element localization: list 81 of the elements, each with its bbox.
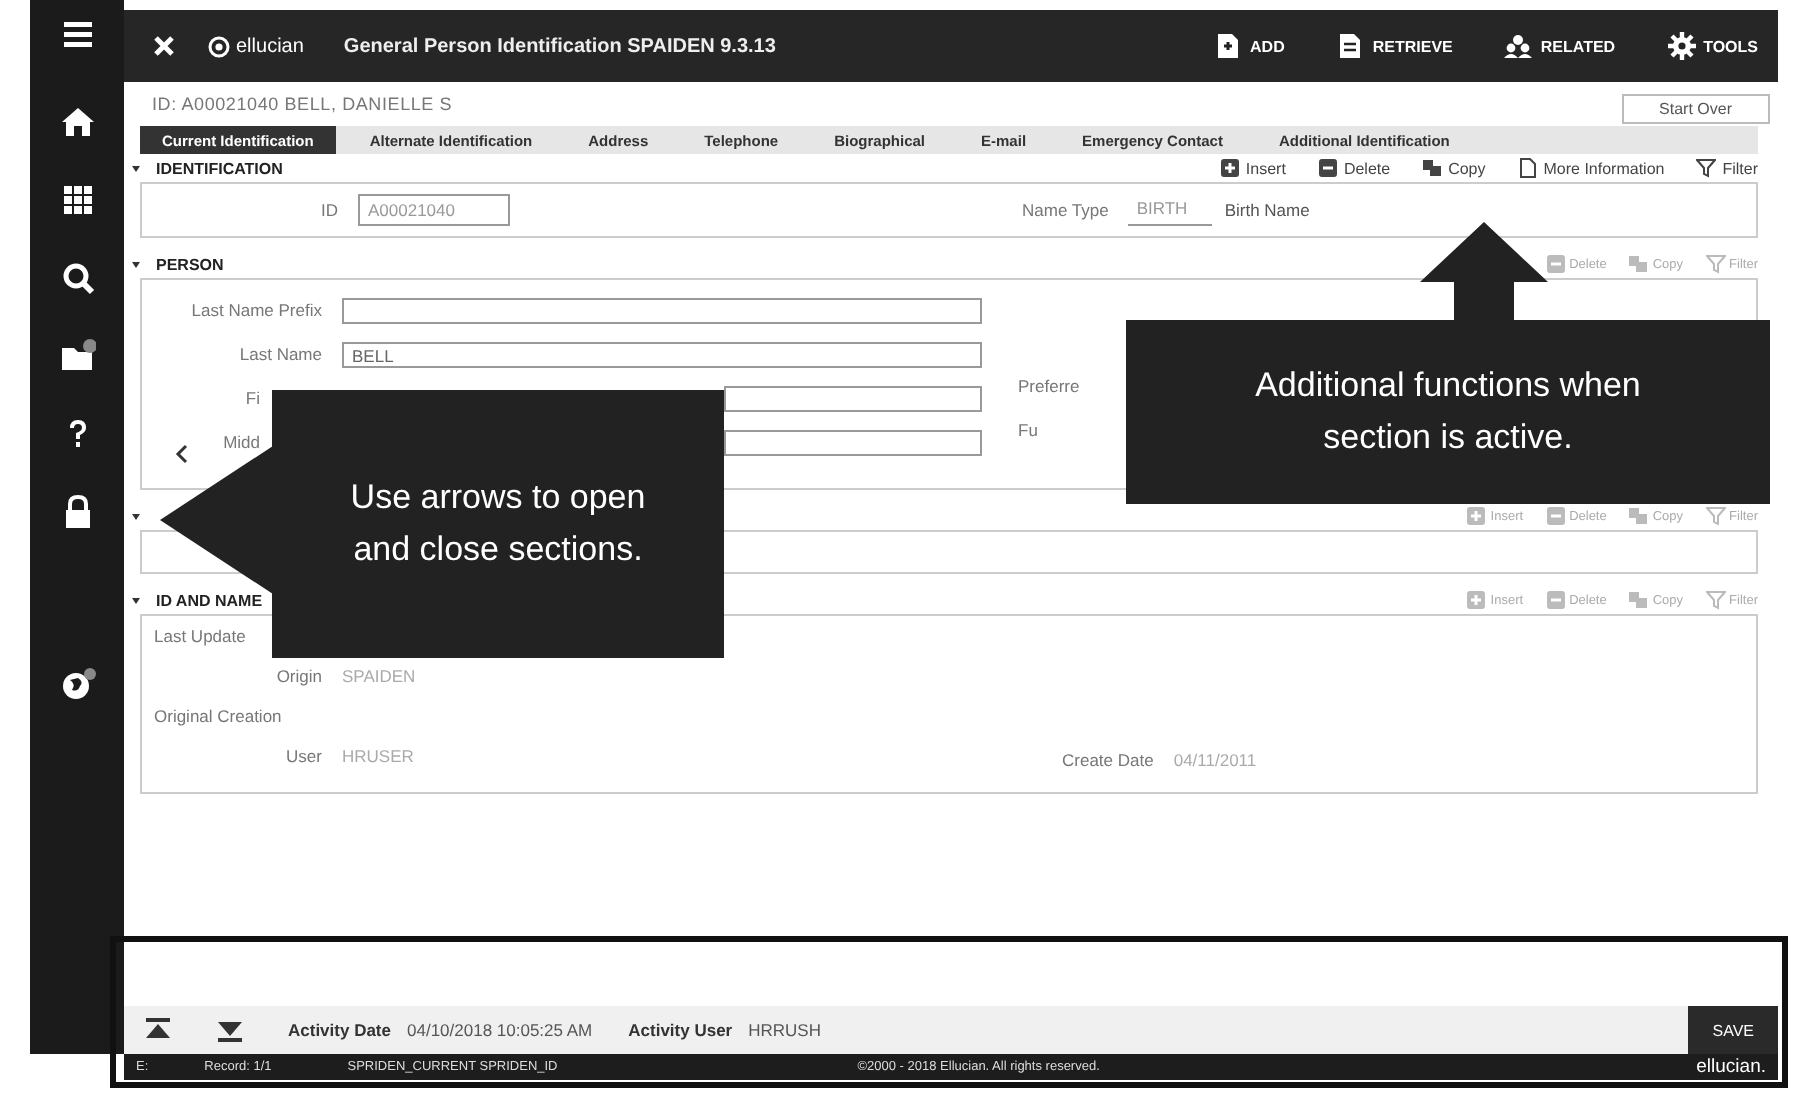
field-value: SPAIDEN (342, 666, 416, 686)
field-label: Last Name Prefix (189, 300, 324, 320)
document-icon (1214, 32, 1243, 60)
folder-icon[interactable] (59, 337, 95, 373)
field-value: 04/11/2011 (1173, 750, 1257, 770)
input-field[interactable] (724, 429, 982, 455)
callout: Use arrows to open and close sections. (272, 390, 724, 658)
brand-text: ellucian. (1696, 1056, 1766, 1078)
callout: Additional functions when section is active. (1126, 320, 1770, 504)
logo-text: ellucian (236, 35, 304, 57)
section-tool-button[interactable]: Insert (1219, 158, 1286, 178)
field-value: Birth Name (1224, 200, 1310, 220)
field-label: Create Date (1060, 750, 1156, 770)
section-title: IDENTIFICATION (156, 159, 283, 177)
activity-label: Activity Date (288, 1020, 391, 1040)
section-title: ID AND NAME (156, 591, 263, 609)
toolbar-button[interactable]: ADD (1206, 32, 1293, 60)
filter-icon (1705, 590, 1726, 610)
people-icon (1504, 32, 1533, 60)
minus-icon (1545, 506, 1566, 526)
field-label: Fi (243, 388, 263, 408)
window-title: General Person Identification SPAIDEN 9.3.13 (343, 35, 776, 57)
search-icon[interactable] (59, 259, 95, 295)
section-tool-button[interactable]: Delete (1317, 158, 1391, 178)
save-button[interactable]: SAVE (1688, 1006, 1778, 1054)
plus-icon (1219, 158, 1240, 178)
minus-icon (1545, 590, 1566, 610)
field-label: Origin (274, 666, 324, 686)
filter-icon (1705, 254, 1726, 274)
chevron-left-icon[interactable] (174, 444, 190, 464)
minus-icon (1545, 254, 1566, 274)
section-title: PERSON (156, 255, 224, 273)
toolbar-button[interactable]: TOOLS (1659, 32, 1766, 60)
field-label: User (284, 746, 324, 766)
field-label: Original Creation (152, 706, 284, 726)
section-tool-button[interactable]: More Information (1517, 158, 1665, 178)
caret-icon[interactable] (132, 165, 140, 171)
input-field[interactable] (342, 297, 982, 323)
field-label: Midd (221, 432, 263, 452)
home-icon[interactable] (59, 103, 95, 139)
logo-icon (208, 35, 230, 57)
toolbar-button[interactable]: RELATED (1496, 32, 1624, 60)
plus-icon (1466, 506, 1487, 526)
caret-icon[interactable] (132, 261, 140, 267)
field-label: Last Name (237, 344, 324, 364)
callout-arrow (1420, 222, 1548, 322)
grid-icon[interactable] (59, 181, 95, 217)
input-field[interactable]: BELL (342, 341, 982, 367)
field-label: Name Type (1022, 200, 1111, 220)
menu-icon[interactable] (59, 16, 95, 52)
field-value: HRUSER (342, 746, 414, 766)
close-icon[interactable] (152, 34, 176, 58)
field-label: Last Update (152, 626, 248, 646)
field-label: Fu (1016, 420, 1040, 440)
section-tool-button[interactable]: Copy (1422, 158, 1486, 178)
globe-icon[interactable] (59, 665, 95, 701)
filter-icon (1705, 506, 1726, 526)
copy-icon (1628, 590, 1649, 610)
gear-icon (1667, 32, 1696, 60)
document-icon (1517, 158, 1538, 178)
input-field[interactable] (724, 385, 982, 411)
activity-value: 04/10/2018 10:05:25 AM (407, 1020, 593, 1040)
field-label: Preferre (1016, 376, 1082, 396)
plus-icon (1466, 590, 1487, 610)
copy-icon (1628, 254, 1649, 274)
filter-icon (1696, 158, 1717, 178)
toolbar-button[interactable]: RETRIEVE (1328, 32, 1461, 60)
document-icon (1336, 32, 1365, 60)
field-label: ID (319, 200, 340, 220)
copy-icon (1422, 158, 1443, 178)
activity-value: HRRUSH (748, 1020, 821, 1040)
start-over-button[interactable]: Start Over (1621, 93, 1770, 123)
minus-icon (1317, 158, 1338, 178)
section-tool-button[interactable]: Filter (1696, 158, 1758, 178)
caret-icon[interactable] (132, 513, 140, 519)
collapse-up-icon[interactable] (144, 1018, 172, 1042)
key-block-text: ID: A00021040 BELL, DANIELLE S (152, 94, 455, 114)
activity-label: Activity User (628, 1020, 733, 1040)
caret-icon[interactable] (132, 597, 140, 603)
expand-down-icon[interactable] (216, 1018, 244, 1042)
copy-icon (1628, 506, 1649, 526)
